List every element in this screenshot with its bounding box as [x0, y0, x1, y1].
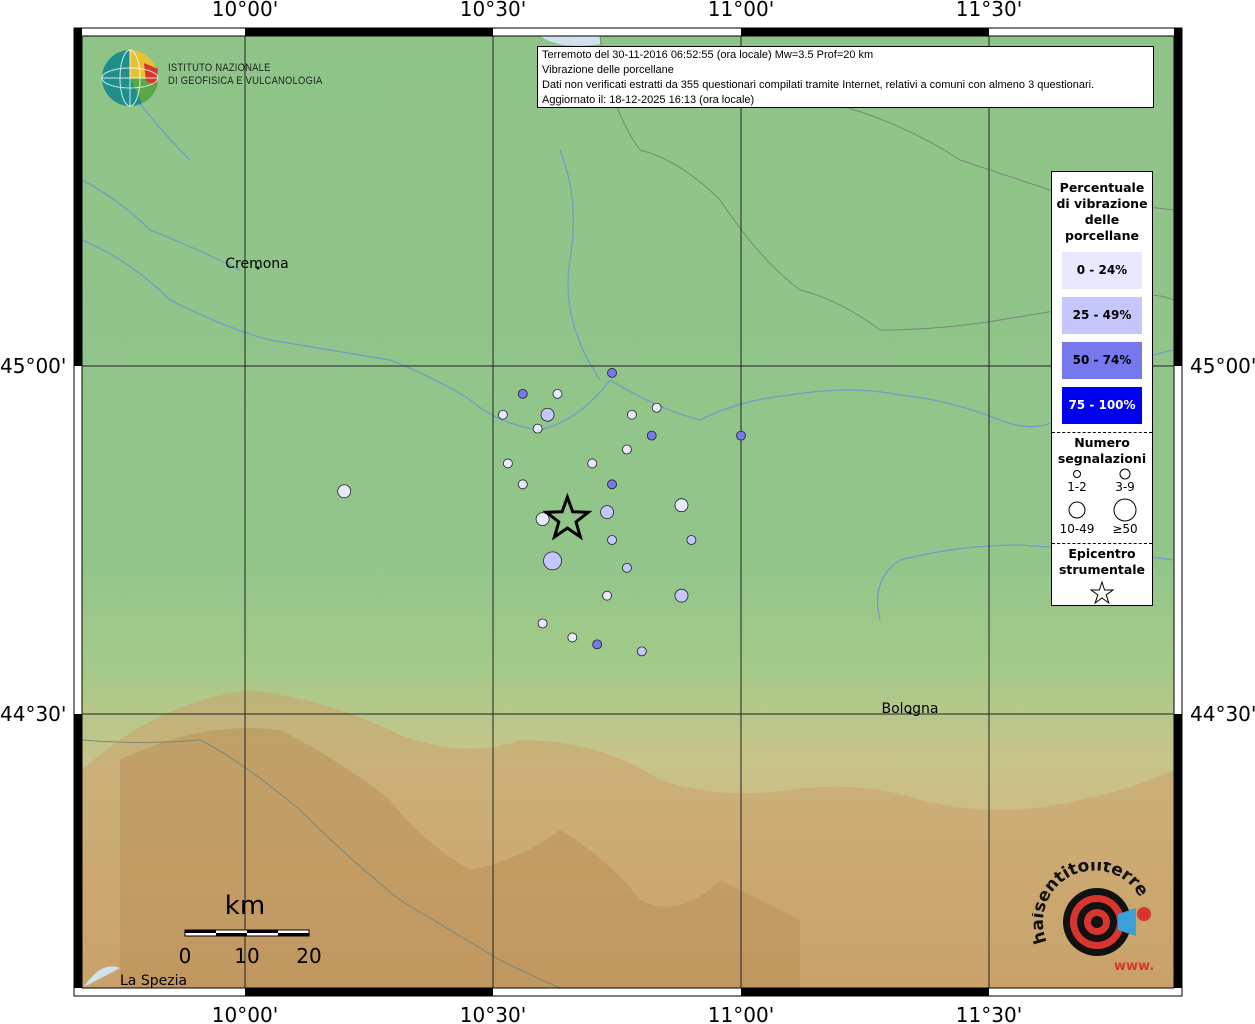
- legend-class-2: 50 - 74%: [1062, 342, 1142, 379]
- legend-class-3: 75 - 100%: [1062, 387, 1142, 424]
- survey-point[interactable]: [607, 368, 617, 378]
- scale-tick: 0: [179, 944, 192, 968]
- survey-point[interactable]: [607, 535, 617, 545]
- legend-class-1: 25 - 49%: [1062, 297, 1142, 334]
- legend-count-4: ≥50: [1112, 522, 1137, 536]
- survey-point[interactable]: [517, 479, 528, 490]
- legend-star-icon: [1089, 580, 1115, 605]
- ingv-name: ISTITUTO NAZIONALE DI GEOFISICA E VULCAN…: [168, 62, 322, 88]
- survey-point[interactable]: [587, 458, 598, 469]
- lon-label-top: 10°30': [460, 0, 526, 21]
- survey-point[interactable]: [337, 484, 352, 499]
- survey-point[interactable]: [626, 409, 637, 420]
- legend-panel: Percentuale di vibrazione delle porcella…: [1051, 171, 1153, 606]
- survey-point[interactable]: [674, 588, 689, 603]
- legend-count-2: 3-9: [1115, 480, 1135, 494]
- survey-point[interactable]: [622, 562, 632, 573]
- ingv-name-line1: ISTITUTO NAZIONALE: [168, 62, 271, 74]
- legend-epicenter-title: Epicentro strumentale: [1058, 546, 1146, 577]
- lat-label-right: 44°30': [1190, 702, 1255, 726]
- survey-point[interactable]: [674, 498, 689, 513]
- legend-count-title: Numero segnalazioni: [1057, 435, 1147, 466]
- event-info-line: Dati non verificati estratti da 355 ques…: [542, 79, 1095, 91]
- lon-label-bottom: 11°30': [956, 1003, 1022, 1024]
- legend-count-3: 10-49: [1060, 522, 1095, 536]
- ingv-logo: [100, 47, 164, 115]
- survey-point[interactable]: [537, 618, 548, 629]
- survey-point[interactable]: [651, 402, 662, 413]
- survey-point[interactable]: [517, 388, 528, 399]
- legend-count-1: 1-2: [1067, 480, 1087, 494]
- lon-label-bottom: 10°30': [460, 1003, 526, 1024]
- event-info-line: Vibrazione delle porcellane: [542, 64, 674, 76]
- scale-tick: 20: [296, 944, 321, 968]
- lat-label-left: 44°30': [0, 702, 66, 726]
- scale-unit: km: [225, 891, 265, 921]
- scale-tick: 10: [234, 944, 259, 968]
- survey-point[interactable]: [646, 430, 657, 441]
- survey-point[interactable]: [567, 632, 578, 643]
- brand-sub: www.: [1114, 959, 1154, 974]
- event-info-line: Aggiornato il: 18-12-2025 16:13 (ora loc…: [542, 94, 755, 106]
- survey-point[interactable]: [532, 423, 543, 434]
- city-cremona: Cremona: [225, 256, 289, 272]
- survey-point[interactable]: [622, 444, 632, 455]
- ingv-name-line2: DI GEOFISICA E VULCANOLOGIA: [168, 75, 323, 87]
- survey-point[interactable]: [736, 430, 746, 441]
- survey-point[interactable]: [600, 505, 614, 520]
- event-info-line: Terremoto del 30-11-2016 06:52:55 (ora l…: [542, 49, 874, 61]
- legend-title: Percentuale di vibrazione delle porcella…: [1056, 180, 1148, 243]
- lon-label-bottom: 11°00': [708, 1003, 774, 1024]
- lat-label-right: 45°00': [1190, 354, 1255, 378]
- lon-label-top: 11°00': [708, 0, 774, 21]
- survey-point[interactable]: [607, 479, 617, 490]
- survey-point[interactable]: [636, 646, 647, 657]
- city-bologna: Bologna: [882, 701, 939, 717]
- lon-label-top: 11°30': [956, 0, 1022, 21]
- city-la-spezia: La Spezia: [120, 973, 187, 989]
- lon-label-top: 10°00': [212, 0, 278, 21]
- legend-size-symbols: 1-2 3-9 10-49 ≥50: [1060, 468, 1138, 536]
- haisentito-logo: haisentitoilterremoto.it www.: [1023, 847, 1162, 981]
- legend-class-0: 0 - 24%: [1062, 252, 1142, 289]
- survey-point[interactable]: [686, 535, 697, 545]
- survey-point[interactable]: [592, 639, 603, 650]
- lat-label-left: 45°00': [0, 354, 66, 378]
- survey-point[interactable]: [498, 409, 508, 420]
- survey-point[interactable]: [543, 551, 562, 571]
- survey-point[interactable]: [540, 407, 555, 422]
- lon-label-bottom: 10°00': [212, 1003, 278, 1024]
- event-info-box: Terremoto del 30-11-2016 06:52:55 (ora l…: [537, 46, 1154, 108]
- survey-point[interactable]: [602, 590, 612, 601]
- survey-point[interactable]: [502, 458, 513, 469]
- scale-bar: km 0 10 20: [175, 890, 335, 974]
- survey-point[interactable]: [552, 388, 563, 399]
